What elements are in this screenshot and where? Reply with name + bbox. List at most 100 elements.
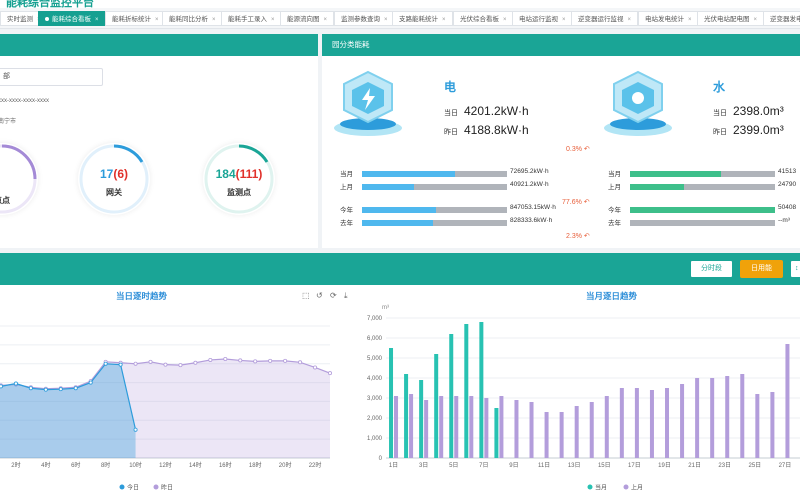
tab-7[interactable]: 支路能耗统计 × bbox=[392, 11, 453, 26]
site-city: 南宁市 bbox=[0, 119, 17, 125]
data-point bbox=[253, 359, 258, 364]
tab-label: 能耗同比分析 bbox=[169, 16, 208, 23]
close-icon[interactable]: × bbox=[324, 17, 328, 23]
close-icon[interactable]: × bbox=[155, 17, 159, 23]
bar-last-month bbox=[695, 378, 700, 458]
value: 40921.2kW·h bbox=[510, 181, 549, 188]
close-icon[interactable]: × bbox=[754, 17, 758, 23]
bar-fill bbox=[630, 171, 722, 177]
close-icon[interactable]: × bbox=[442, 17, 446, 23]
bar-track bbox=[362, 171, 507, 177]
time-period-button[interactable]: 分时段 bbox=[690, 260, 733, 278]
stat-offline-count: (111) bbox=[235, 167, 263, 181]
label: 昨日 bbox=[713, 129, 727, 136]
stat-card-gateway: 17(6) 网关 bbox=[78, 143, 150, 215]
restore-icon[interactable]: ↺ bbox=[316, 291, 323, 300]
close-icon[interactable]: × bbox=[95, 17, 99, 23]
bar-last-month bbox=[454, 396, 459, 458]
x-tick-label: 8时 bbox=[101, 461, 110, 469]
tab-8[interactable]: 光伏综合看板 × bbox=[453, 11, 514, 26]
bar-track bbox=[630, 220, 775, 226]
y-tick-label: 7,000 bbox=[367, 316, 383, 322]
y-tick-label: 0 bbox=[379, 456, 383, 462]
x-tick-label: 12时 bbox=[159, 461, 172, 469]
value: 4201.2kW·h bbox=[464, 104, 529, 118]
bar-track bbox=[630, 171, 775, 177]
bar-last-month bbox=[394, 396, 399, 458]
tab-1[interactable]: 能耗综合看板 × bbox=[38, 11, 106, 26]
water-yesterday: 昨日 2399.0m³ bbox=[713, 123, 784, 137]
tab-4[interactable]: 能耗手工录入 × bbox=[221, 11, 282, 26]
bar-last-month bbox=[484, 398, 489, 458]
x-tick-label: 23日 bbox=[718, 462, 731, 469]
close-icon[interactable]: × bbox=[212, 17, 216, 23]
daily-energy-button[interactable]: 日用能 bbox=[740, 260, 783, 278]
close-icon[interactable]: × bbox=[384, 17, 388, 23]
data-point bbox=[208, 357, 213, 362]
electric-lastyear-bar: 去年 828333.6kW·h bbox=[340, 217, 610, 227]
bar-fill bbox=[362, 207, 436, 213]
bar-track bbox=[362, 220, 507, 226]
legend-label: 上月 bbox=[631, 484, 643, 492]
tab-9[interactable]: 电站运行监视 × bbox=[512, 11, 573, 26]
close-icon[interactable]: × bbox=[562, 17, 566, 23]
overview-panel bbox=[0, 34, 318, 248]
refresh-icon[interactable]: ⟳ bbox=[330, 291, 337, 300]
data-point bbox=[283, 358, 288, 363]
site-select[interactable]: 部 bbox=[0, 68, 103, 86]
tab-6[interactable]: 监测参数查询 × bbox=[334, 11, 395, 26]
tab-12[interactable]: 光伏电站配电图 × bbox=[697, 11, 765, 26]
close-icon[interactable]: × bbox=[688, 17, 692, 23]
tab-3[interactable]: 能耗同比分析 × bbox=[162, 11, 223, 26]
value: 41513 bbox=[778, 168, 797, 175]
label: 今年 bbox=[608, 207, 621, 214]
label: 当日 bbox=[713, 110, 727, 117]
legend-marker bbox=[623, 484, 629, 490]
overview-panel-header bbox=[0, 34, 318, 56]
x-tick-label: 5日 bbox=[449, 462, 458, 469]
bar-fill bbox=[362, 171, 455, 177]
tab-5[interactable]: 能源流向图 × bbox=[280, 11, 335, 26]
electric-year-bar: 今年 847053.15kW·h bbox=[340, 204, 610, 214]
trend-panel-header bbox=[0, 253, 800, 285]
y-tick-label: 1,000 bbox=[367, 436, 383, 442]
bar-last-month bbox=[770, 392, 775, 458]
bar-last-month bbox=[439, 396, 444, 458]
label: 当月 bbox=[340, 171, 353, 178]
label: 去年 bbox=[608, 220, 621, 227]
tab-label: 能耗综合看板 bbox=[52, 16, 91, 23]
electric-year-change: 2.3% ↶ bbox=[566, 233, 590, 240]
zoom-icon[interactable]: ⬚ bbox=[302, 291, 310, 300]
tab-label: 监测参数查询 bbox=[341, 16, 380, 23]
close-icon[interactable]: × bbox=[503, 17, 507, 23]
stat-value: 184(111) bbox=[203, 167, 275, 181]
tab-10[interactable]: 逆变器运行监视 × bbox=[571, 11, 639, 26]
x-tick-label: 3日 bbox=[419, 462, 428, 469]
x-tick-label: 19日 bbox=[658, 462, 671, 469]
bar-last-month bbox=[619, 388, 624, 458]
tab-13[interactable]: 逆变器发电× bbox=[763, 11, 800, 26]
tab-11[interactable]: 电站发电统计 × bbox=[638, 11, 699, 26]
bar-this-month bbox=[389, 348, 394, 458]
stat-label: 网关 bbox=[106, 188, 122, 197]
bar-last-month bbox=[740, 374, 745, 458]
more-button[interactable]: ↕ bbox=[790, 260, 800, 278]
electric-day-change: 0.3% ↶ bbox=[566, 146, 590, 153]
value: 72695.2kW·h bbox=[510, 168, 549, 175]
data-point bbox=[178, 363, 183, 368]
bar-last-month bbox=[424, 400, 429, 458]
data-point bbox=[43, 387, 48, 392]
y-tick-label: 2,000 bbox=[367, 416, 383, 422]
value: 4188.8kW·h bbox=[464, 123, 529, 137]
close-icon[interactable]: × bbox=[628, 17, 632, 23]
data-point bbox=[58, 387, 63, 392]
daily-trend-chart: m³ 0 1,000 2,000 3,000 4,000 5,000 6,000 7,000 1日… bbox=[367, 305, 800, 492]
close-icon[interactable]: × bbox=[271, 17, 275, 23]
bar-fill bbox=[630, 207, 775, 213]
data-point bbox=[133, 361, 138, 366]
data-point bbox=[298, 360, 303, 365]
tab-label: 能源流向图 bbox=[287, 16, 320, 23]
category-energy-panel: 园分类能耗 bbox=[322, 34, 800, 248]
tab-2[interactable]: 能耗折标统计 × bbox=[105, 11, 166, 26]
bar-last-month bbox=[710, 378, 715, 458]
